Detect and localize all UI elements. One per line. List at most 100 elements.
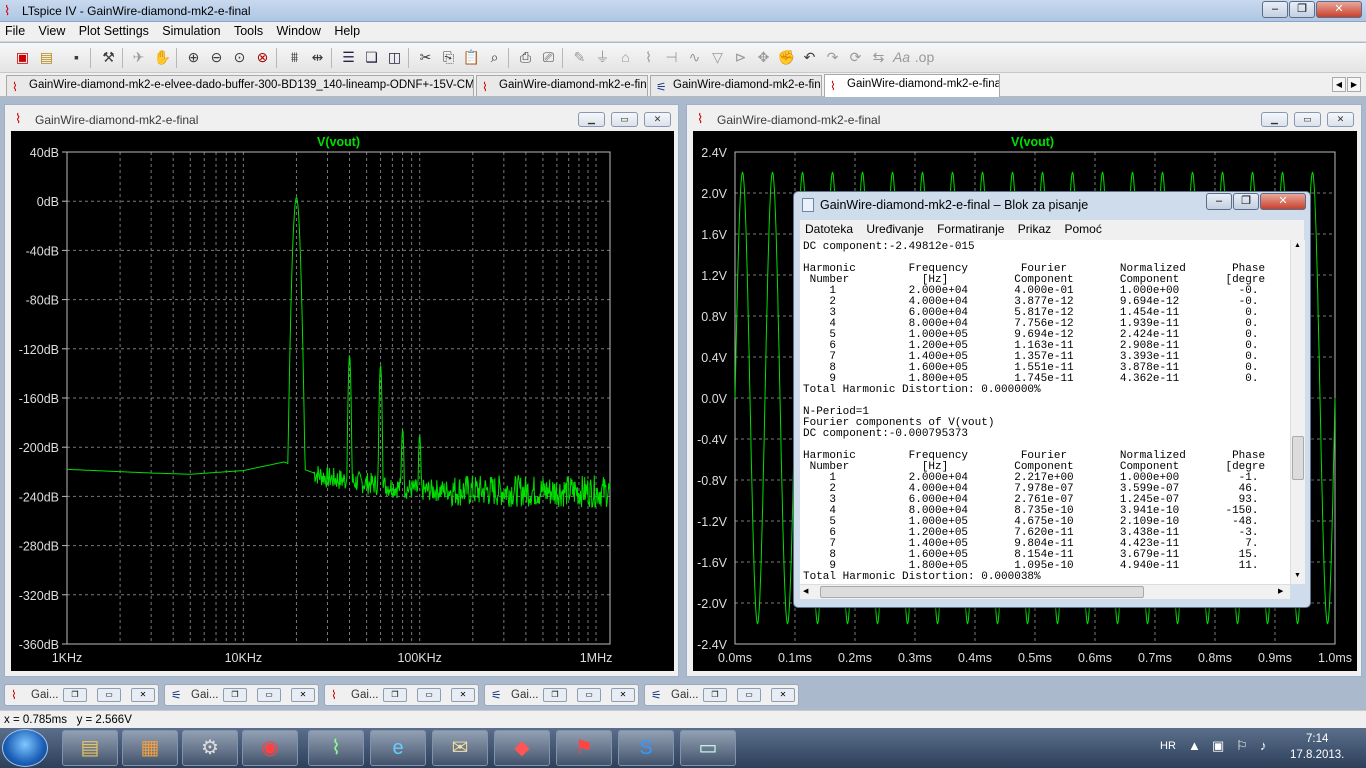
maximize-icon[interactable]: ▭ — [737, 688, 761, 702]
run-icon[interactable]: ✈ — [128, 47, 149, 68]
text-icon[interactable]: Aa — [891, 47, 912, 68]
minimized-window-2[interactable]: ⚟ Gai... ❐ ▭ ✕ — [164, 684, 319, 706]
undo-icon[interactable]: ↶ — [799, 47, 820, 68]
notepad-icon[interactable]: ▭ — [680, 730, 736, 766]
wire-icon[interactable]: ✎ — [569, 47, 590, 68]
notepad-text-area[interactable]: DC component:-2.49812e-015 Harmonic Freq… — [800, 240, 1290, 584]
redo-icon[interactable]: ↷ — [822, 47, 843, 68]
close-icon[interactable]: ✕ — [451, 688, 475, 702]
minimized-window-5[interactable]: ⚟ Gai... ❐ ▭ ✕ — [644, 684, 799, 706]
action-center-icon[interactable]: ⚐ — [1236, 738, 1248, 754]
cascade-icon[interactable]: ❏ — [361, 47, 382, 68]
menu-help[interactable]: Help — [329, 22, 365, 40]
close-button[interactable]: ✕ — [1316, 1, 1362, 18]
drag-icon[interactable]: ✊ — [776, 47, 797, 68]
menu-plot-settings[interactable]: Plot Settings — [74, 22, 154, 40]
zoom-out-icon[interactable]: ⊖ — [206, 47, 227, 68]
tile-vertical-icon[interactable]: ◫ — [384, 47, 405, 68]
ground-icon[interactable]: ⏚ — [592, 47, 613, 68]
menu-view[interactable]: View — [34, 22, 71, 40]
close-icon[interactable]: ✕ — [1327, 112, 1354, 127]
skype-icon[interactable]: S — [618, 730, 674, 766]
ltspice-icon[interactable]: ⌇ — [308, 730, 364, 766]
language-indicator[interactable]: HR — [1160, 740, 1176, 752]
scroll-right-icon[interactable]: ▶ — [1278, 587, 1283, 595]
restore-icon[interactable]: ▭ — [1294, 112, 1321, 127]
explorer-icon[interactable]: ▤ — [62, 730, 118, 766]
zoom-cancel-icon[interactable]: ⊗ — [252, 47, 273, 68]
tool-icon[interactable]: ⚙ — [182, 730, 238, 766]
halt-icon[interactable]: ✋ — [152, 47, 173, 68]
menu-pomoc[interactable]: Pomoć — [1059, 220, 1106, 238]
capacitor-icon[interactable]: ⊣ — [661, 47, 682, 68]
maximize-icon[interactable]: ▭ — [257, 688, 281, 702]
scroll-down-icon[interactable]: ▼ — [1294, 572, 1301, 579]
package-icon[interactable]: ▦ — [122, 730, 178, 766]
mirror-icon[interactable]: ⇆ — [868, 47, 889, 68]
horizontal-scrollbar[interactable]: ◀ ▶ — [800, 584, 1290, 599]
paste-icon[interactable]: 📋 — [461, 47, 482, 68]
close-icon[interactable]: ✕ — [611, 688, 635, 702]
close-icon[interactable]: ✕ — [644, 112, 671, 127]
restore-icon[interactable]: ❐ — [543, 688, 567, 702]
cut-icon[interactable]: ✂ — [415, 47, 436, 68]
menu-uredivanje[interactable]: Uređivanje — [861, 220, 928, 238]
menu-file[interactable]: File — [0, 22, 30, 40]
menu-formatiranje[interactable]: Formatiranje — [932, 220, 1009, 238]
close-icon[interactable]: ✕ — [131, 688, 155, 702]
close-icon[interactable]: ✕ — [291, 688, 315, 702]
menu-simulation[interactable]: Simulation — [157, 22, 225, 40]
internet-explorer-icon[interactable]: e — [370, 730, 426, 766]
diode-icon[interactable]: ▽ — [707, 47, 728, 68]
notepad-minimize-button[interactable]: – — [1206, 193, 1232, 210]
print-icon[interactable]: ⎙ — [515, 47, 536, 68]
fft-trace[interactable] — [66, 196, 611, 508]
tab-scroll-left-icon[interactable]: ◀ — [1332, 77, 1346, 92]
notepad-close-button[interactable]: ✕ — [1260, 193, 1306, 210]
maximize-icon[interactable]: ▭ — [417, 688, 441, 702]
zoom-in-icon[interactable]: ⊕ — [183, 47, 204, 68]
minimize-icon[interactable]: ▁ — [578, 112, 605, 127]
tab-final-waveform[interactable]: ⌇ GainWire-diamond-mk2-e-final — [476, 75, 648, 96]
restore-icon[interactable]: ▭ — [611, 112, 638, 127]
clock-time[interactable]: 7:14 — [1306, 733, 1328, 745]
tab-scroll-right-icon[interactable]: ▶ — [1347, 77, 1361, 92]
restore-icon[interactable]: ❐ — [63, 688, 87, 702]
tile-horizontal-icon[interactable]: ☰ — [338, 47, 359, 68]
restore-icon[interactable]: ❐ — [703, 688, 727, 702]
move-icon[interactable]: ✥ — [753, 47, 774, 68]
maximize-icon[interactable]: ▭ — [97, 688, 121, 702]
start-button[interactable] — [2, 729, 48, 767]
minimize-button[interactable]: – — [1262, 1, 1288, 18]
horizontal-scroll-thumb[interactable] — [820, 586, 1144, 598]
save-icon[interactable]: ▪ — [66, 47, 87, 68]
minimize-icon[interactable]: ▁ — [1261, 112, 1288, 127]
clock-date[interactable]: 17.8.2013. — [1290, 749, 1344, 761]
find-icon[interactable]: ⌕ — [484, 47, 505, 68]
autorange-icon[interactable]: ⩩ — [284, 47, 305, 68]
menu-window[interactable]: Window — [272, 22, 326, 40]
minimized-window-1[interactable]: ⌇ Gai... ❐ ▭ ✕ — [4, 684, 159, 706]
menu-prikaz[interactable]: Prikaz — [1013, 220, 1056, 238]
notepad-restore-button[interactable]: ❐ — [1233, 193, 1259, 210]
pdf-icon[interactable]: ⚑ — [556, 730, 612, 766]
vertical-scroll-thumb[interactable] — [1292, 436, 1304, 480]
zoom-fit-icon[interactable]: ⊙ — [229, 47, 250, 68]
close-icon[interactable]: ✕ — [771, 688, 795, 702]
copy-icon[interactable]: ⎘ — [438, 47, 459, 68]
restore-icon[interactable]: ❐ — [223, 688, 247, 702]
scroll-left-icon[interactable]: ◀ — [803, 587, 808, 595]
pan-icon[interactable]: ⇹ — [307, 47, 328, 68]
tab-final-schematic[interactable]: ⚟ GainWire-diamond-mk2-e-final — [650, 75, 822, 96]
tab-elvee-waveform[interactable]: ⌇ GainWire-diamond-mk2-e-elvee-dado-buff… — [6, 75, 474, 96]
resistor-icon[interactable]: ⌇ — [638, 47, 659, 68]
restore-icon[interactable]: ❐ — [383, 688, 407, 702]
tray-expand-icon[interactable]: ▲ — [1188, 738, 1201, 753]
menu-datoteka[interactable]: Datoteka — [800, 220, 858, 238]
spice-directive-icon[interactable]: .op — [914, 47, 935, 68]
open-icon[interactable]: ▤ — [36, 47, 57, 68]
minimized-window-3[interactable]: ⌇ Gai... ❐ ▭ ✕ — [324, 684, 479, 706]
scroll-up-icon[interactable]: ▲ — [1294, 242, 1301, 249]
print-preview-icon[interactable]: ⎚ — [538, 47, 559, 68]
inductor-icon[interactable]: ∿ — [684, 47, 705, 68]
